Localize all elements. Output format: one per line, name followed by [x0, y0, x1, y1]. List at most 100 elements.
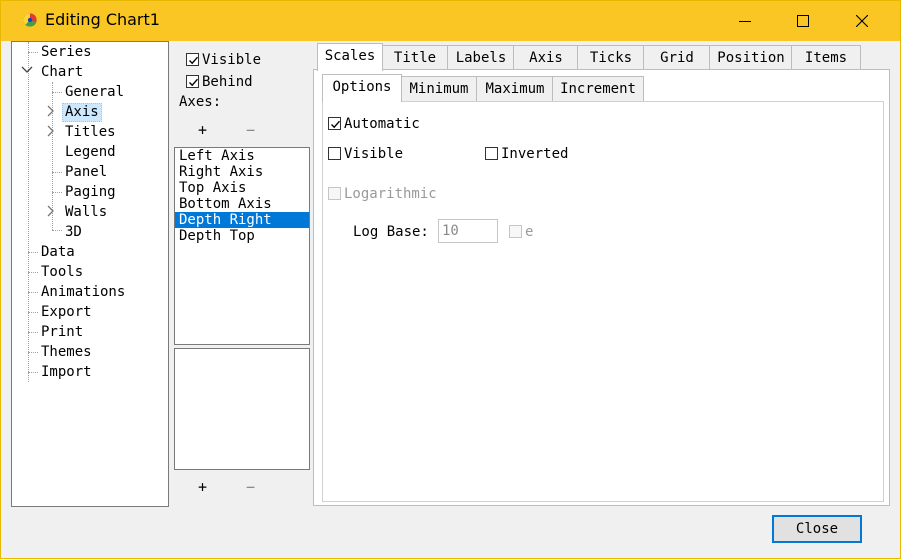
- checkbox-label: Logarithmic: [344, 186, 437, 202]
- axis-properties-panel: Scales Title Labels Axis Ticks Grid Posi…: [313, 41, 890, 507]
- tree-item-label: Export: [41, 304, 92, 320]
- remove-axis-button[interactable]: −: [246, 121, 255, 139]
- tab-grid[interactable]: Grid: [643, 45, 711, 70]
- checkbox-box: [328, 147, 341, 160]
- tree-item-import[interactable]: Import: [41, 362, 92, 382]
- checkmark-icon: [189, 56, 199, 65]
- tree-item-label: Animations: [41, 284, 126, 300]
- tree-item-themes[interactable]: Themes: [41, 342, 92, 362]
- tab-items[interactable]: Items: [791, 45, 861, 70]
- secondary-list[interactable]: [174, 348, 310, 470]
- dialog-footer: Close: [1, 507, 900, 558]
- tree-item-paging[interactable]: Paging: [65, 182, 116, 202]
- tree-item-tools[interactable]: Tools: [41, 262, 83, 282]
- tree-item-legend[interactable]: Legend: [65, 142, 116, 162]
- tree-item-animations[interactable]: Animations: [41, 282, 125, 302]
- tab-axis[interactable]: Axis: [513, 45, 579, 70]
- tree-item-data[interactable]: Data: [41, 242, 75, 262]
- list-item[interactable]: Top Axis: [175, 180, 309, 196]
- tree-item-panel[interactable]: Panel: [65, 162, 107, 182]
- tree-item-print[interactable]: Print: [41, 322, 83, 342]
- minimize-button[interactable]: [716, 1, 774, 41]
- subtab-minimum[interactable]: Minimum: [400, 76, 478, 101]
- chevron-right-icon[interactable]: [47, 105, 55, 117]
- checkbox-label: Behind: [202, 74, 253, 90]
- axis-visible-checkbox[interactable]: Visible: [186, 50, 261, 70]
- axes-label: Axes:: [179, 94, 222, 110]
- remove-item-button[interactable]: −: [246, 478, 255, 496]
- tree-line: [28, 372, 38, 373]
- list-item[interactable]: Bottom Axis: [175, 196, 309, 212]
- maximize-icon: [797, 15, 809, 27]
- tree-line: [28, 312, 38, 313]
- checkbox-box: [328, 117, 341, 130]
- tree-item-label: Import: [41, 364, 92, 380]
- checkmark-icon: [189, 78, 199, 87]
- subtab-maximum[interactable]: Maximum: [476, 76, 554, 101]
- axes-list[interactable]: Left Axis Right Axis Top Axis Bottom Axi…: [174, 147, 310, 345]
- axes-panel: Visible Behind Axes: + − Left Axis Right…: [171, 41, 311, 507]
- tab-title[interactable]: Title: [381, 45, 449, 70]
- add-item-button[interactable]: +: [198, 478, 207, 496]
- maximize-button[interactable]: [774, 1, 832, 41]
- tree-line: [28, 272, 38, 273]
- tab-scales[interactable]: Scales: [317, 43, 383, 71]
- tree-item-general[interactable]: General: [65, 82, 124, 102]
- logarithmic-checkbox[interactable]: Logarithmic: [328, 184, 437, 204]
- tree-item-label: Series: [41, 44, 92, 60]
- tree-item-axis[interactable]: Axis: [62, 102, 102, 122]
- minimize-icon: [739, 21, 751, 22]
- tree-item-3d[interactable]: 3D: [65, 222, 82, 242]
- scale-visible-checkbox[interactable]: Visible: [328, 144, 403, 164]
- checkbox-box: [485, 147, 498, 160]
- tree-item-label: Axis: [62, 103, 102, 122]
- checkmark-icon: [331, 120, 341, 129]
- tree-item-titles[interactable]: Titles: [65, 122, 116, 142]
- tree-item-label: 3D: [65, 224, 82, 240]
- tree-item-chart[interactable]: Chart: [41, 62, 83, 82]
- tree-line: [52, 192, 62, 193]
- close-window-button[interactable]: [833, 1, 891, 41]
- list-item[interactable]: Left Axis: [175, 148, 309, 164]
- add-axis-button[interactable]: +: [198, 121, 207, 139]
- list-item[interactable]: Right Axis: [175, 164, 309, 180]
- checkbox-box: [509, 225, 522, 238]
- editor-tree[interactable]: Series Chart General Axis Titles Legend …: [11, 41, 169, 507]
- checkbox-box: [328, 187, 341, 200]
- list-item[interactable]: Depth Top: [175, 228, 309, 244]
- tree-item-walls[interactable]: Walls: [65, 202, 107, 222]
- close-button[interactable]: Close: [772, 515, 862, 543]
- subtab-increment[interactable]: Increment: [552, 76, 644, 101]
- tree-line: [28, 352, 38, 353]
- logbase-label: Log Base:: [353, 224, 429, 240]
- subtab-options[interactable]: Options: [322, 74, 402, 102]
- checkbox-label: e: [525, 224, 534, 240]
- inverted-checkbox[interactable]: Inverted: [485, 144, 568, 164]
- tree-item-label: General: [65, 84, 125, 100]
- e-checkbox[interactable]: e: [509, 222, 533, 242]
- logbase-input[interactable]: 10: [438, 219, 498, 243]
- tree-item-export[interactable]: Export: [41, 302, 92, 322]
- tree-item-series[interactable]: Series: [41, 42, 92, 62]
- tree-item-label: Data: [41, 244, 75, 260]
- chevron-right-icon[interactable]: [47, 205, 55, 217]
- chevron-right-icon[interactable]: [47, 125, 55, 137]
- tree-line: [52, 92, 62, 93]
- editor-window: Editing Chart1 Series Chart General Axis…: [0, 0, 901, 559]
- chart-app-icon: [23, 13, 37, 27]
- tree-item-label: Themes: [41, 344, 92, 360]
- automatic-checkbox[interactable]: Automatic: [328, 114, 420, 134]
- tab-labels[interactable]: Labels: [447, 45, 515, 70]
- checkbox-label: Inverted: [501, 146, 569, 162]
- chevron-down-icon[interactable]: [21, 66, 33, 74]
- list-item-selected[interactable]: Depth Right: [175, 212, 309, 228]
- title-bar[interactable]: Editing Chart1: [1, 1, 900, 41]
- tree-item-label: Tools: [41, 264, 84, 280]
- tab-ticks[interactable]: Ticks: [577, 45, 645, 70]
- options-subpage: Automatic Visible Inverted Logarithmic L…: [322, 101, 884, 502]
- tab-position[interactable]: Position: [709, 45, 793, 70]
- scales-tab-page: Options Minimum Maximum Increment Automa…: [313, 69, 890, 506]
- axis-behind-checkbox[interactable]: Behind: [186, 72, 253, 92]
- tree-line: [28, 332, 38, 333]
- tree-item-label: Walls: [65, 204, 108, 220]
